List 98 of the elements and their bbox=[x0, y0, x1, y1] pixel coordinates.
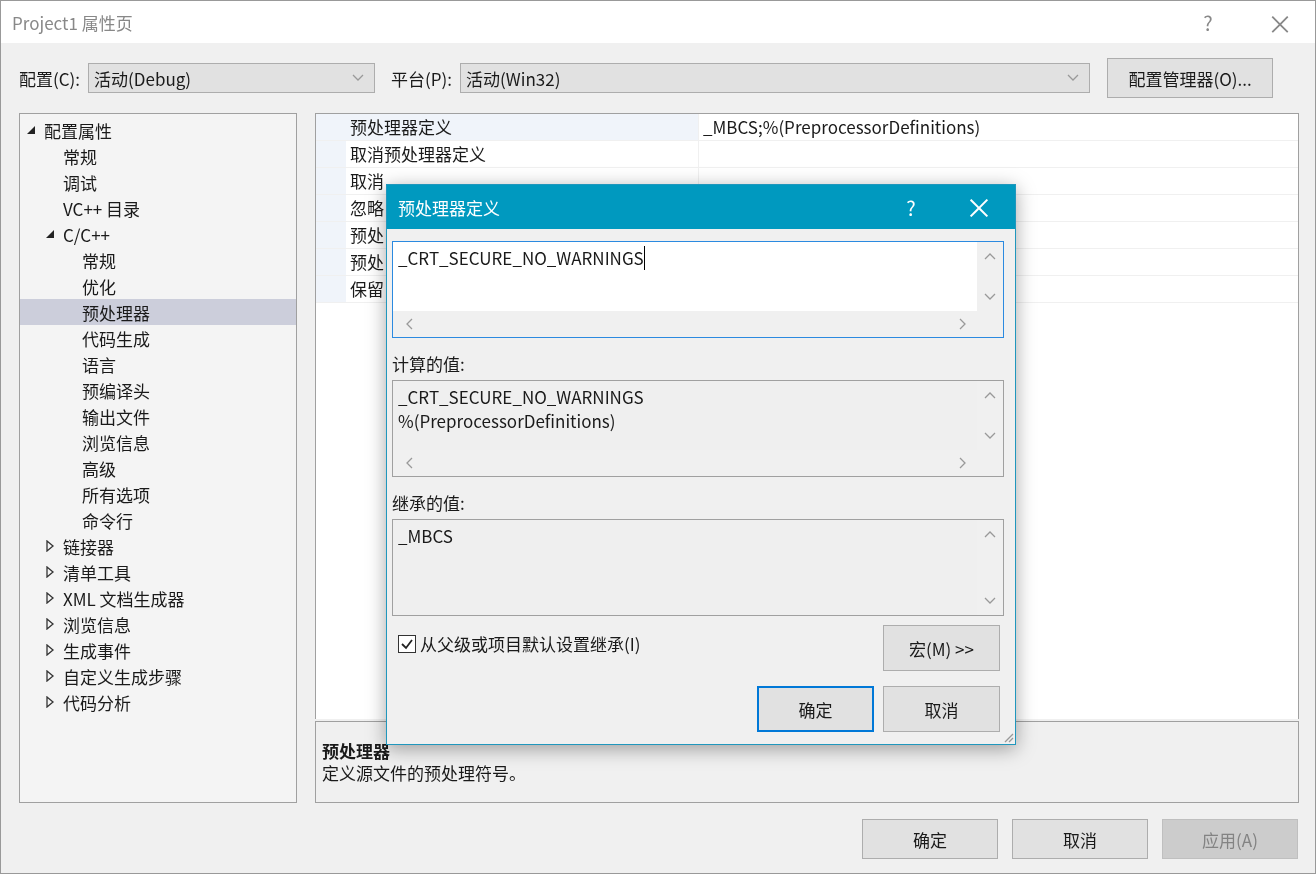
chevron-right-icon[interactable] bbox=[959, 318, 967, 330]
tree-item[interactable]: 链接器 bbox=[20, 533, 296, 559]
tree-item[interactable]: 所有选项 bbox=[20, 481, 296, 507]
tree-item[interactable]: 浏览信息 bbox=[20, 611, 296, 637]
chevron-down-icon bbox=[1067, 74, 1080, 82]
cancel-button[interactable]: 取消 bbox=[883, 686, 1000, 732]
macros-button[interactable]: 宏(M) >> bbox=[883, 625, 1000, 671]
checkbox[interactable] bbox=[398, 634, 416, 653]
tree-item-label: 配置属性 bbox=[44, 117, 112, 143]
tree-item-label: 代码分析 bbox=[63, 689, 131, 715]
chevron-left-icon[interactable] bbox=[405, 457, 413, 469]
value-line: _MBCS bbox=[398, 524, 453, 548]
collapsed-triangle-icon[interactable] bbox=[45, 566, 55, 578]
tree-item-label: 浏览信息 bbox=[82, 429, 150, 455]
tree-item[interactable]: 优化 bbox=[20, 273, 296, 299]
platform-label: 平台(P): bbox=[391, 65, 453, 91]
close-button[interactable]: × bbox=[1257, 1, 1303, 43]
tree-item-label: 自定义生成步骤 bbox=[63, 663, 182, 689]
tree-item-label: 优化 bbox=[82, 273, 116, 299]
description-title: 预处理器 bbox=[322, 740, 390, 762]
collapsed-triangle-icon[interactable] bbox=[45, 696, 55, 708]
tree-item[interactable]: 浏览信息 bbox=[20, 429, 296, 455]
field-value: _CRT_SECURE_NO_WARNINGS bbox=[398, 246, 645, 270]
window-title: Project1 属性页 bbox=[12, 9, 133, 35]
checkbox-label: 从父级或项目默认设置继承(I) bbox=[420, 631, 641, 656]
tree-item-label: 常规 bbox=[82, 247, 116, 273]
tree-item-label: 语言 bbox=[82, 351, 116, 377]
chevron-down-icon[interactable] bbox=[984, 432, 996, 440]
tree-item-label: C/C++ bbox=[63, 221, 111, 247]
tree-item[interactable]: C/C++ bbox=[20, 221, 296, 247]
tree-item-label: 浏览信息 bbox=[63, 611, 131, 637]
property-value[interactable]: _MBCS;%(PreprocessorDefinitions) bbox=[703, 114, 981, 139]
chevron-up-icon[interactable] bbox=[984, 530, 996, 538]
chevron-down-icon[interactable] bbox=[984, 293, 996, 301]
expanded-triangle-icon[interactable] bbox=[26, 125, 36, 135]
tree-item-label: 命令行 bbox=[82, 507, 133, 533]
tree-item-label: 调试 bbox=[63, 169, 97, 195]
tree-item[interactable]: 清单工具 bbox=[20, 559, 296, 585]
tree-item[interactable]: 高级 bbox=[20, 455, 296, 481]
chevron-down-icon[interactable] bbox=[984, 597, 996, 605]
tree-item[interactable]: 预编译头 bbox=[20, 377, 296, 403]
tree-item-label: XML 文档生成器 bbox=[63, 585, 185, 611]
collapsed-triangle-icon[interactable] bbox=[45, 540, 55, 552]
chevron-right-icon[interactable] bbox=[959, 457, 967, 469]
cancel-button[interactable]: 取消 bbox=[1012, 819, 1148, 859]
dropdown-value: 活动(Win32) bbox=[466, 65, 561, 91]
tree-item-label: 预编译头 bbox=[82, 377, 150, 403]
dropdown[interactable]: 活动(Debug) bbox=[88, 63, 376, 93]
tree-item-label: 生成事件 bbox=[63, 637, 131, 663]
ok-button[interactable]: 确定 bbox=[757, 686, 874, 732]
resize-grip-icon[interactable] bbox=[1002, 731, 1014, 743]
tree-item-label: VC++ 目录 bbox=[63, 195, 141, 221]
tree-item[interactable]: 代码生成 bbox=[20, 325, 296, 351]
chevron-left-icon[interactable] bbox=[405, 318, 413, 330]
expanded-triangle-icon[interactable] bbox=[45, 229, 55, 239]
tree-item-label: 常规 bbox=[63, 143, 97, 169]
collapsed-triangle-icon[interactable] bbox=[45, 618, 55, 630]
section-label: 继承的值: bbox=[392, 493, 466, 513]
collapsed-triangle-icon[interactable] bbox=[45, 644, 55, 656]
tree-item[interactable]: 调试 bbox=[20, 169, 296, 195]
value-line: _CRT_SECURE_NO_WARNINGS bbox=[398, 385, 644, 409]
tree-item[interactable]: 配置属性 bbox=[20, 117, 296, 143]
chevron-down-icon bbox=[352, 74, 365, 82]
tree-item[interactable]: 代码分析 bbox=[20, 689, 296, 715]
tree-item-label: 预处理器 bbox=[82, 299, 150, 325]
dropdown-value: 活动(Debug) bbox=[94, 65, 192, 91]
input-field[interactable]: _CRT_SECURE_NO_WARNINGS bbox=[392, 241, 1004, 338]
help-button[interactable]: ? bbox=[1185, 1, 1231, 43]
tree-item[interactable]: 输出文件 bbox=[20, 403, 296, 429]
tree-item-label: 代码生成 bbox=[82, 325, 150, 351]
collapsed-triangle-icon[interactable] bbox=[45, 670, 55, 682]
tree-item[interactable]: XML 文档生成器 bbox=[20, 585, 296, 611]
tree-item-label: 输出文件 bbox=[82, 403, 150, 429]
configuration-manager-button[interactable]: 配置管理器(O)... bbox=[1107, 58, 1274, 98]
tree-item-label: 链接器 bbox=[63, 533, 114, 559]
tree-item[interactable]: 常规 bbox=[20, 247, 296, 273]
property-name[interactable]: 取消预处理器定义 bbox=[346, 141, 698, 167]
dialog-title: 预处理器定义 bbox=[398, 194, 500, 220]
tree-item[interactable]: 生成事件 bbox=[20, 637, 296, 663]
description-text: 定义源文件的预处理符号。 bbox=[322, 762, 527, 784]
tree-item[interactable]: 常规 bbox=[20, 143, 296, 169]
tree-item-label: 所有选项 bbox=[82, 481, 150, 507]
tree-item-label: 清单工具 bbox=[63, 559, 131, 585]
collapsed-triangle-icon[interactable] bbox=[45, 592, 55, 604]
config-label: 配置(C): bbox=[19, 65, 81, 91]
chevron-up-icon[interactable] bbox=[984, 391, 996, 399]
tree-item[interactable]: VC++ 目录 bbox=[20, 195, 296, 221]
tree-item[interactable]: 自定义生成步骤 bbox=[20, 663, 296, 689]
property-name[interactable]: 预处理器定义 bbox=[346, 114, 698, 140]
ok-button[interactable]: 确定 bbox=[862, 819, 998, 859]
tree-item[interactable]: 预处理器 bbox=[20, 299, 296, 325]
tree-item-label: 高级 bbox=[82, 455, 116, 481]
tree-item[interactable]: 语言 bbox=[20, 351, 296, 377]
value-line: %(PreprocessorDefinitions) bbox=[398, 409, 616, 433]
section-label: 计算的值: bbox=[392, 354, 466, 374]
tree-item[interactable]: 命令行 bbox=[20, 507, 296, 533]
dropdown[interactable]: 活动(Win32) bbox=[460, 63, 1091, 93]
chevron-up-icon[interactable] bbox=[984, 252, 996, 260]
